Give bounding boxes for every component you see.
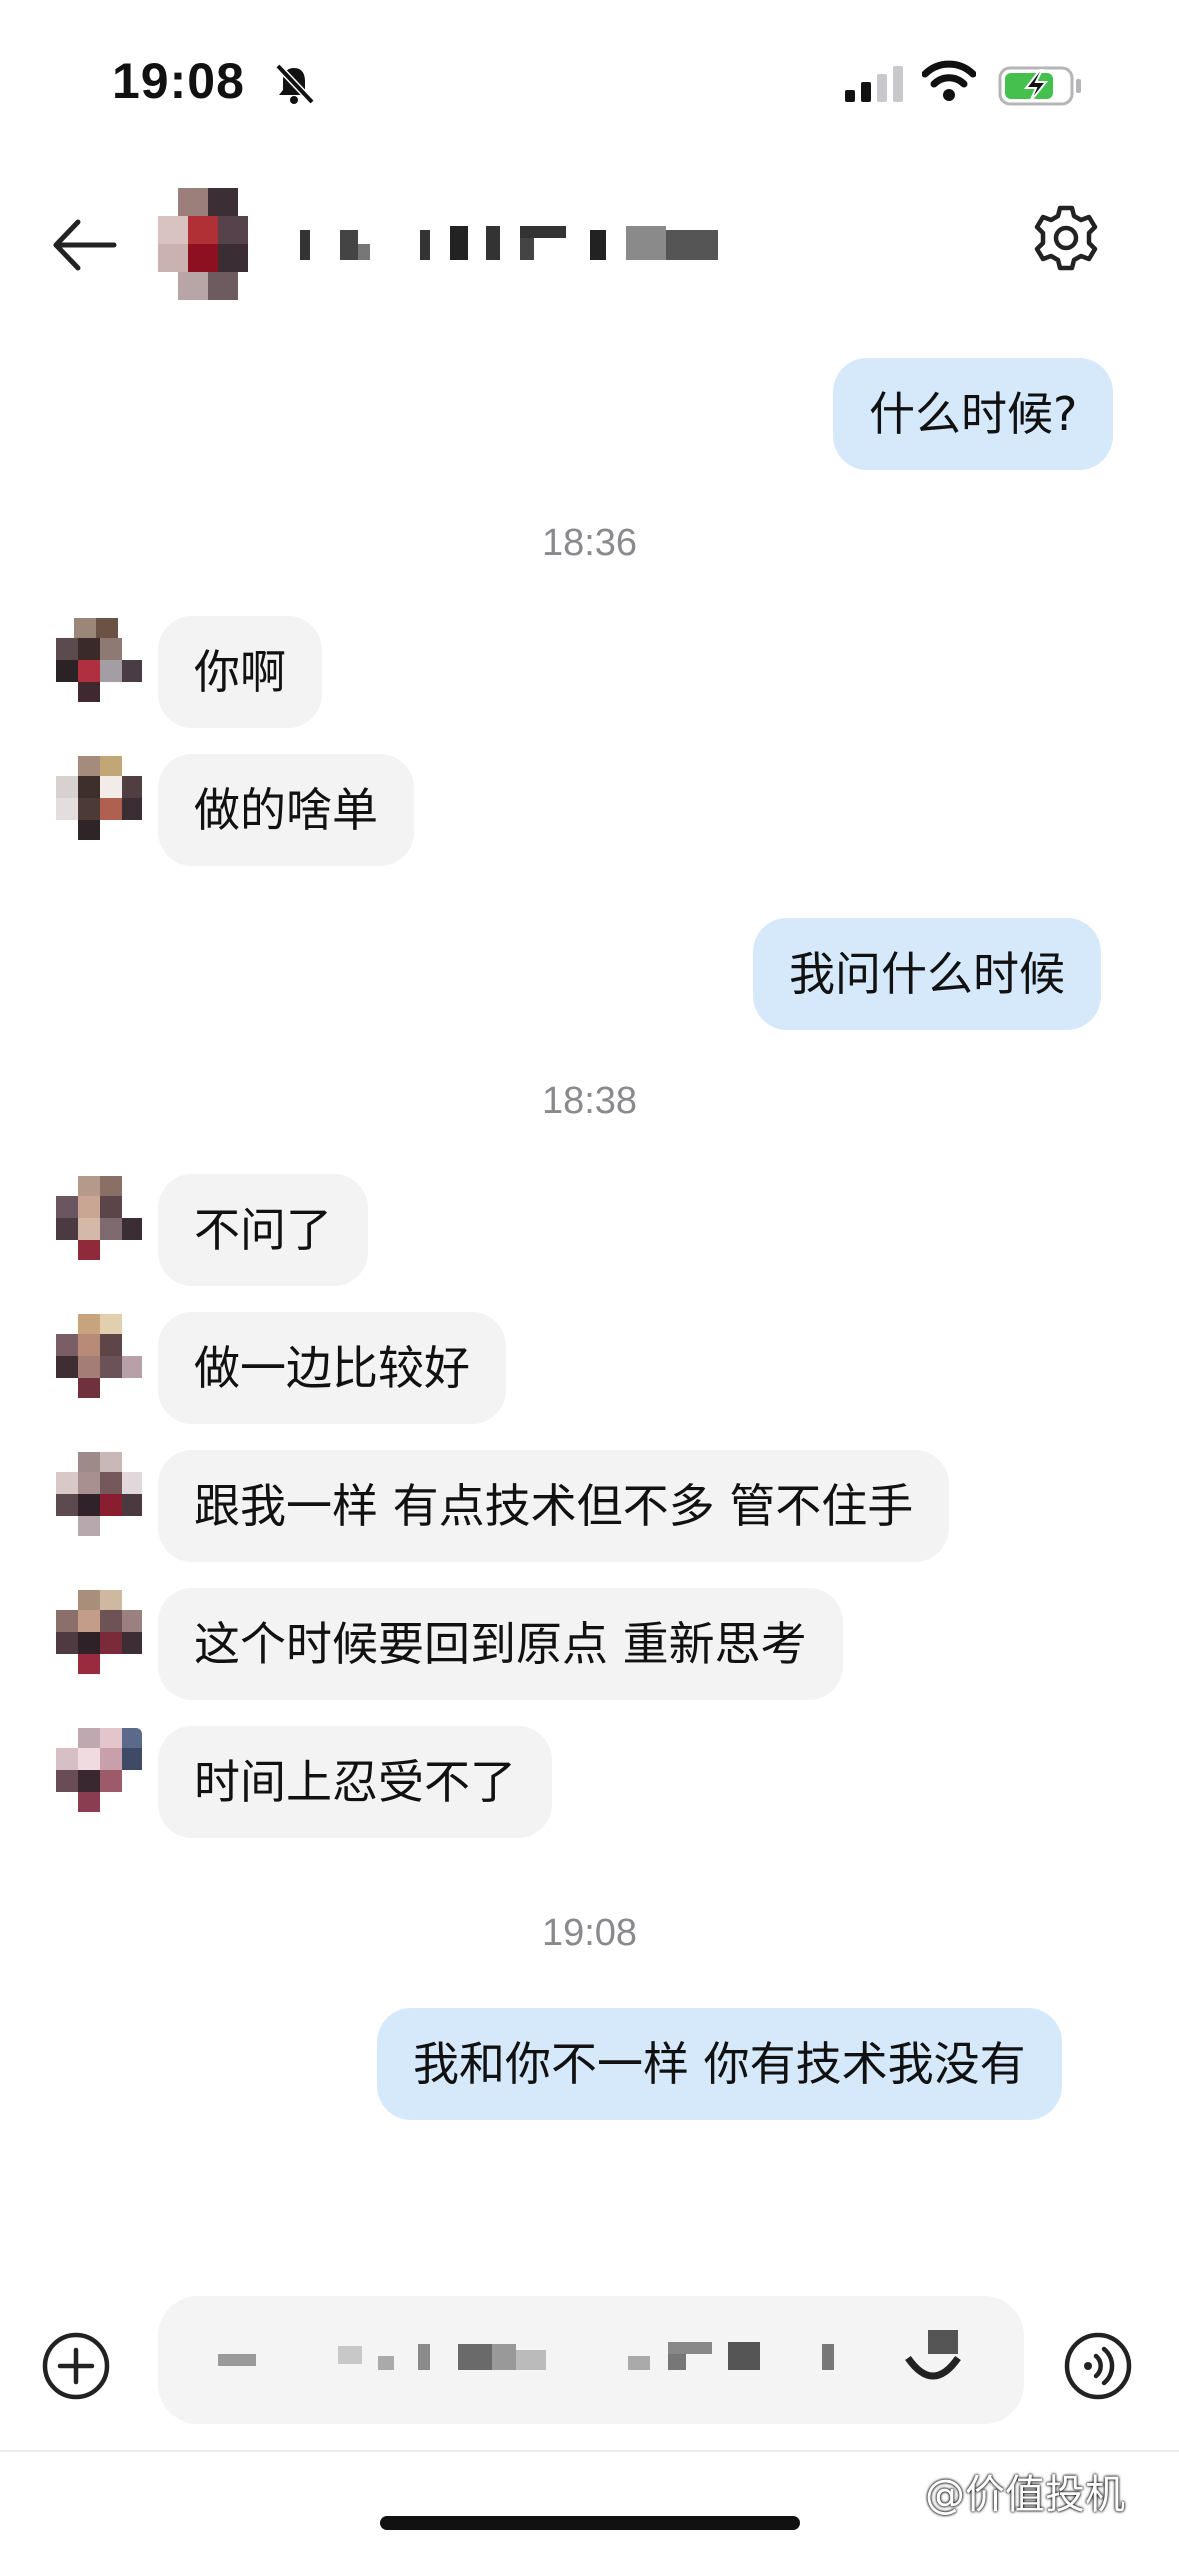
message-bubble-incoming[interactable]: 不问了 [158,1174,368,1286]
message-bubble-outgoing[interactable]: 我和你不一样 你有技术我没有 [377,2008,1062,2120]
sender-avatar[interactable] [56,1452,142,1536]
message-composer [0,2290,1179,2430]
battery-charging-icon [998,66,1081,106]
message-timestamp: 19:08 [541,1912,638,1954]
message-input[interactable] [158,2296,1024,2424]
message-bubble-incoming[interactable]: 时间上忍受不了 [158,1726,552,1838]
contact-avatar[interactable] [158,188,260,300]
message-bubble-incoming[interactable]: 跟我一样 有点技术但不多 管不住手 [158,1450,950,1562]
status-time: 19:08 [112,53,245,109]
message-timestamp: 18:36 [541,522,638,564]
message-bubble-incoming[interactable]: 你啊 [158,616,322,728]
status-bar: 19:08 [0,0,1179,170]
message-bubble-incoming[interactable]: 这个时候要回到原点 重新思考 [158,1588,843,1700]
input-content-pixelated [218,2330,961,2380]
gear-icon[interactable] [1030,202,1102,274]
sender-avatar[interactable] [56,618,142,702]
message-bubble-incoming[interactable]: 做一边比较好 [158,1312,506,1424]
sender-avatar[interactable] [56,1590,142,1674]
sender-avatar[interactable] [56,1728,142,1812]
chat-header [0,180,1179,310]
voice-icon[interactable] [1062,2330,1134,2402]
message-timestamp: 18:38 [541,1080,638,1122]
back-arrow-icon[interactable] [44,210,134,280]
signal-icon [845,66,903,102]
wifi-icon [922,60,976,101]
message-bubble-outgoing[interactable]: 我问什么时候 [753,918,1101,1030]
bell-muted-icon [275,63,315,105]
home-indicator[interactable] [380,2516,800,2530]
plus-circle-icon[interactable] [40,2330,112,2402]
sender-avatar[interactable] [56,1314,142,1398]
message-bubble-incoming[interactable]: 做的啥单 [158,754,414,866]
watermark: @价值投机 [925,2472,1125,2518]
sender-avatar[interactable] [56,756,142,840]
sender-avatar[interactable] [56,1176,142,1260]
divider [0,2450,1179,2452]
message-bubble-outgoing[interactable]: 什么时候? [833,358,1114,470]
contact-name-pixelated [300,226,718,260]
